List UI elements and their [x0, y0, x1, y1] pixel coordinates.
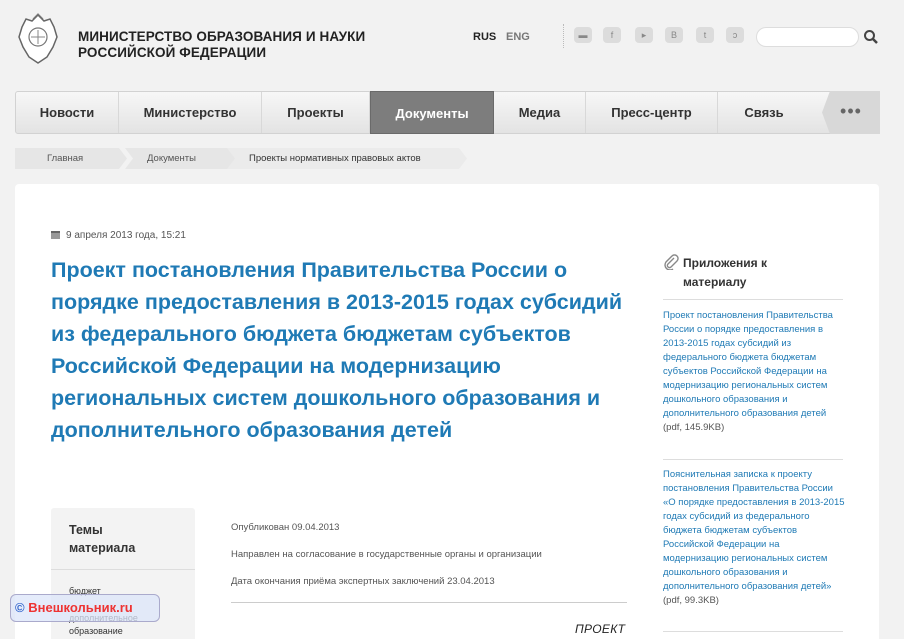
watermark-text: Внешкольник.ru: [28, 600, 133, 615]
nav-media[interactable]: Медиа: [494, 92, 586, 133]
copyright-symbol: ©: [15, 600, 25, 615]
nav-documents[interactable]: Документы: [370, 91, 494, 134]
youtube-icon[interactable]: ▸: [635, 27, 653, 43]
approval-status: Направлен на согласование в государствен…: [231, 549, 542, 560]
breadcrumb-current: Проекты нормативных правовых актов: [227, 148, 467, 169]
rss-icon[interactable]: ↄ: [726, 27, 744, 43]
attachment-link[interactable]: Пояснительная записка к проекту постанов…: [663, 468, 845, 608]
paperclip-icon: [664, 254, 679, 270]
article-date: 9 апреля 2013 года, 15:21: [51, 230, 186, 241]
attachments-title: Приложения к материалу: [683, 256, 767, 289]
vk-icon[interactable]: B: [665, 27, 683, 43]
article-date-text: 9 апреля 2013 года, 15:21: [66, 230, 186, 241]
chat-icon[interactable]: ▬: [574, 27, 592, 43]
coat-of-arms-logo[interactable]: [17, 13, 59, 65]
attachments-divider: [663, 631, 843, 632]
topics-divider: [51, 569, 195, 570]
attachment-link[interactable]: Проект постановления Правительства Росси…: [663, 309, 845, 435]
header-divider: [563, 24, 564, 48]
attachments-divider: [663, 459, 843, 460]
attachment-size: (pdf, 145.9KB): [663, 422, 725, 433]
nav-news[interactable]: Новости: [16, 92, 119, 133]
ministry-title-line2: РОССИЙСКОЙ ФЕДЕРАЦИИ: [78, 45, 267, 60]
attachments-divider: [663, 299, 843, 300]
watermark-logo: © Внешкольник.ru: [10, 594, 160, 622]
main-nav: Новости Министерство Проекты Документы М…: [15, 91, 880, 134]
project-label: ПРОЕКТ: [575, 622, 626, 636]
calendar-icon: [51, 231, 60, 239]
nav-projects[interactable]: Проекты: [262, 92, 370, 133]
lang-rus-link[interactable]: RUS: [473, 31, 496, 43]
attachment-size: (pdf, 99.3KB): [663, 595, 719, 606]
published-info: Опубликован 09.04.2013: [231, 522, 340, 533]
ministry-title[interactable]: МИНИСТЕРСТВО ОБРАЗОВАНИЯ И НАУКИ РОССИЙС…: [78, 29, 365, 61]
search-icon[interactable]: [863, 29, 879, 45]
breadcrumb: Главная Документы Проекты нормативных пр…: [15, 148, 467, 169]
site-header: МИНИСТЕРСТВО ОБРАЗОВАНИЯ И НАУКИ РОССИЙС…: [0, 0, 904, 88]
article-title: Проект постановления Правительства Росси…: [51, 258, 623, 442]
twitter-icon[interactable]: t: [696, 27, 714, 43]
deadline-info: Дата окончания приёма экспертных заключе…: [231, 576, 495, 587]
meta-divider: [231, 602, 627, 603]
facebook-icon[interactable]: f: [603, 27, 621, 43]
attachment-title[interactable]: Проект постановления Правительства Росси…: [663, 310, 833, 419]
lang-eng-link[interactable]: ENG: [506, 31, 530, 43]
nav-press-center[interactable]: Пресс-центр: [586, 92, 718, 133]
nav-more-button[interactable]: •••: [822, 91, 880, 134]
nav-ministry[interactable]: Министерство: [119, 92, 262, 133]
nav-contact[interactable]: Связь: [718, 92, 810, 133]
topics-title: Темы материала: [69, 523, 136, 555]
breadcrumb-home[interactable]: Главная: [15, 148, 127, 169]
attachment-title[interactable]: Пояснительная записка к проекту постанов…: [663, 469, 845, 592]
ministry-title-line1: МИНИСТЕРСТВО ОБРАЗОВАНИЯ И НАУКИ: [78, 29, 366, 44]
search-input[interactable]: [756, 27, 859, 47]
